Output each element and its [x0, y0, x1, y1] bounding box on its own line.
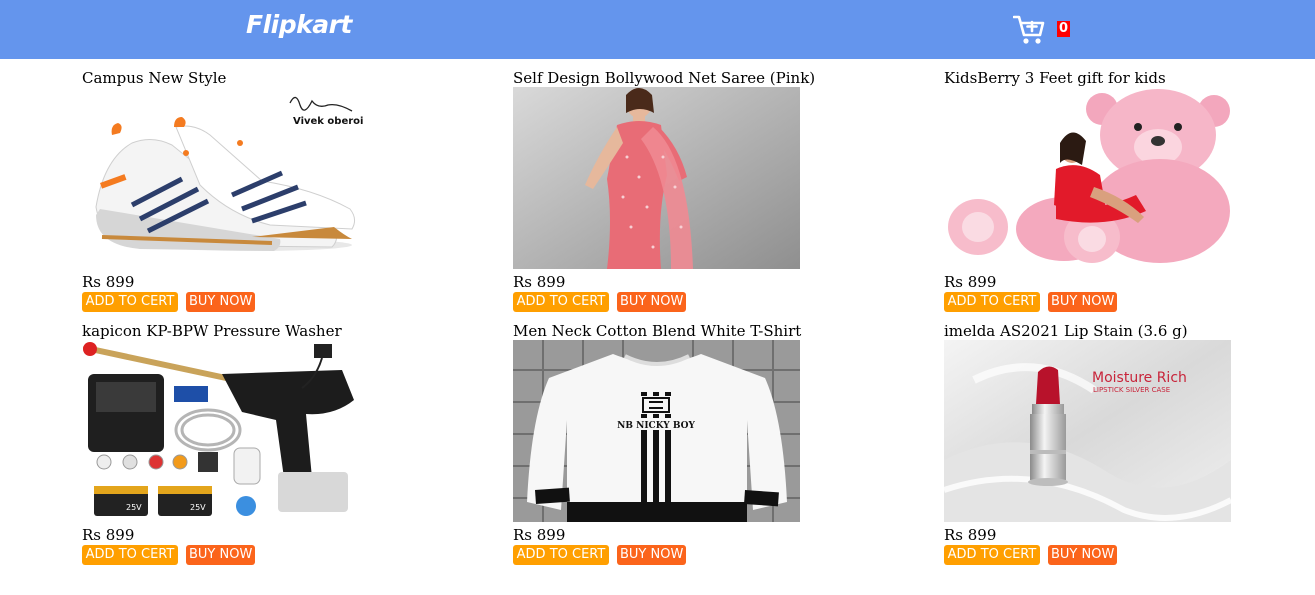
- product-card: Self Design Bollywood Net Saree (Pink) R…: [513, 69, 815, 314]
- product-card: kapicon KP-BPW Pressure Washer 25V 25V R…: [82, 322, 382, 567]
- product-title[interactable]: Men Neck Cotton Blend White T-Shirt: [513, 322, 801, 340]
- battery-label: 25V: [126, 503, 142, 512]
- buy-now-button[interactable]: BUY NOW: [617, 545, 686, 565]
- product-title[interactable]: kapicon KP-BPW Pressure Washer: [82, 322, 342, 340]
- add-to-cart-button[interactable]: ADD TO CERT: [513, 545, 609, 565]
- flipkart-logo[interactable]: Flipkart: [246, 10, 352, 39]
- add-to-cart-button[interactable]: ADD TO CERT: [82, 545, 178, 565]
- product-card: Men Neck Cotton Blend White T-Shirt NB N…: [513, 322, 813, 567]
- buy-now-button[interactable]: BUY NOW: [1048, 292, 1117, 312]
- product-card: Campus New Style Vivek oberoi Rs 899 ADD…: [82, 69, 382, 314]
- lipstick-caption: Moisture Rich: [1092, 370, 1187, 386]
- buy-now-button[interactable]: BUY NOW: [617, 292, 686, 312]
- buy-now-button[interactable]: BUY NOW: [186, 545, 255, 565]
- product-title[interactable]: imelda AS2021 Lip Stain (3.6 g): [944, 322, 1188, 340]
- product-image-shoes[interactable]: Vivek oberoi: [82, 87, 369, 269]
- product-image-pressure-washer[interactable]: 25V 25V: [82, 340, 369, 522]
- product-card: imelda AS2021 Lip Stain (3.6 g) Moisture…: [944, 322, 1244, 567]
- signature-caption: Vivek oberoi: [293, 116, 363, 127]
- svg-text:25V: 25V: [190, 503, 206, 512]
- tshirt-print-label: NB NICKY BOY: [617, 421, 695, 431]
- product-image-saree[interactable]: [513, 87, 800, 269]
- add-to-cart-button[interactable]: ADD TO CERT: [82, 292, 178, 312]
- top-header: Flipkart 0: [0, 0, 1315, 59]
- buy-now-button[interactable]: BUY NOW: [1048, 545, 1117, 565]
- buy-now-button[interactable]: BUY NOW: [186, 292, 255, 312]
- product-price: Rs 899: [82, 273, 135, 291]
- product-image-lipstick[interactable]: Moisture Rich LIPSTICK SILVER CASE: [944, 340, 1231, 522]
- product-price: Rs 899: [944, 273, 997, 291]
- add-to-cart-button[interactable]: ADD TO CERT: [944, 292, 1040, 312]
- add-to-cart-button[interactable]: ADD TO CERT: [513, 292, 609, 312]
- cart[interactable]: 0: [1013, 14, 1073, 46]
- product-card: KidsBerry 3 Feet gift for kids Rs 899 AD…: [944, 69, 1244, 314]
- cart-count-badge: 0: [1057, 21, 1071, 37]
- product-image-tshirt[interactable]: NB NICKY BOY: [513, 340, 800, 522]
- product-title[interactable]: Campus New Style: [82, 69, 226, 87]
- cart-plus-icon[interactable]: [1013, 14, 1047, 46]
- product-title[interactable]: Self Design Bollywood Net Saree (Pink): [513, 69, 815, 87]
- product-title[interactable]: KidsBerry 3 Feet gift for kids: [944, 69, 1166, 87]
- product-price: Rs 899: [944, 526, 997, 544]
- product-image-teddy-bear[interactable]: [944, 87, 1231, 269]
- product-price: Rs 899: [513, 526, 566, 544]
- lipstick-subcaption: LIPSTICK SILVER CASE: [1093, 386, 1170, 394]
- product-price: Rs 899: [82, 526, 135, 544]
- add-to-cart-button[interactable]: ADD TO CERT: [944, 545, 1040, 565]
- product-price: Rs 899: [513, 273, 566, 291]
